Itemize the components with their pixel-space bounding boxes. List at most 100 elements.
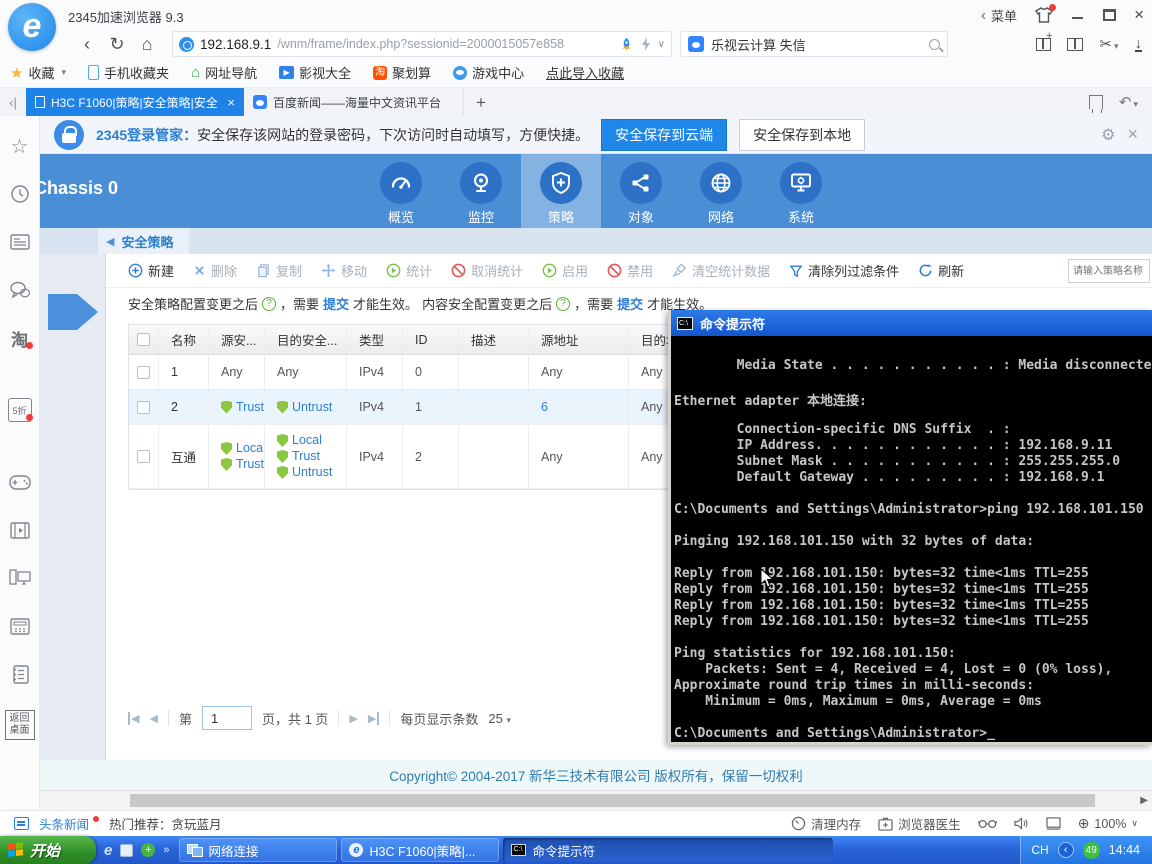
page-number-input[interactable] bbox=[201, 706, 252, 730]
horizontal-scrollbar[interactable]: ▶ bbox=[40, 790, 1152, 810]
nav-system[interactable]: 系统 bbox=[761, 154, 841, 228]
per-page-select[interactable]: 25 ▾ bbox=[488, 711, 511, 726]
new-tab-button[interactable]: + bbox=[464, 90, 498, 116]
site-safety-icon[interactable] bbox=[179, 36, 194, 52]
games-icon[interactable] bbox=[8, 470, 32, 494]
address-bar[interactable]: 192.168.9.1 /wnm/frame/index.php?session… bbox=[172, 31, 672, 57]
browser-doctor-button[interactable]: 浏览器医生 bbox=[878, 814, 961, 833]
prev-page-icon[interactable]: ◀ bbox=[149, 712, 157, 725]
bookmark-juhuasuan[interactable]: 淘聚划算 bbox=[373, 63, 431, 82]
taskbar-window-cmd[interactable]: C:\ 命令提示符 bbox=[503, 838, 834, 862]
commit-link[interactable]: 提交 bbox=[323, 294, 349, 313]
col-dst-zone[interactable]: 目的安全... bbox=[265, 325, 347, 354]
col-type[interactable]: 类型 bbox=[347, 325, 403, 354]
copy-button[interactable]: 复制 bbox=[256, 261, 302, 280]
bookmark-video[interactable]: ▶ 影视大全 bbox=[279, 63, 351, 82]
select-all-checkbox[interactable] bbox=[137, 333, 150, 346]
calculator-icon[interactable] bbox=[8, 614, 32, 638]
col-src-zone[interactable]: 源安... bbox=[209, 325, 265, 354]
reading-mode-icon[interactable] bbox=[977, 819, 997, 829]
cancel-stats-button[interactable]: 取消统计 bbox=[451, 261, 523, 280]
fullscreen-monitor-icon[interactable] bbox=[1046, 817, 1061, 830]
minimize-button[interactable] bbox=[1071, 8, 1085, 22]
row-checkbox[interactable] bbox=[137, 450, 150, 463]
bookmark-mobile[interactable]: 手机收藏夹 bbox=[88, 63, 169, 82]
news-icon[interactable] bbox=[8, 230, 32, 254]
tray-2345-icon[interactable]: ‹ bbox=[1057, 842, 1074, 858]
2345-quicklaunch-icon[interactable]: + bbox=[141, 843, 156, 857]
nav-objects[interactable]: 对象 bbox=[601, 154, 681, 228]
skin-button[interactable] bbox=[1035, 4, 1057, 23]
hot-recommend-text[interactable]: 热门推荐：贪玩蓝月 bbox=[109, 814, 222, 833]
favorites-star-icon[interactable]: ☆ bbox=[8, 134, 32, 158]
download-icon[interactable]: ↓ bbox=[1134, 36, 1142, 52]
disable-button[interactable]: 禁用 bbox=[607, 261, 653, 280]
cmd-output[interactable]: Media State . . . . . . . . . . . : Medi… bbox=[671, 336, 1152, 742]
split-screen-icon[interactable] bbox=[1036, 30, 1052, 51]
src-addr-link[interactable]: 6 bbox=[541, 400, 548, 414]
headline-news-link[interactable]: 头条新闻 bbox=[39, 814, 89, 833]
nav-overview[interactable]: 概览 bbox=[361, 154, 441, 228]
breadcrumb[interactable]: ◀ 安全策略 bbox=[98, 228, 190, 254]
nav-monitor[interactable]: 监控 bbox=[441, 154, 521, 228]
cmd-window[interactable]: C:\ 命令提示符 Media State . . . . . . . . . … bbox=[668, 310, 1152, 745]
gear-icon[interactable]: ⚙ bbox=[1101, 125, 1115, 145]
browser-logo-icon[interactable]: e bbox=[8, 3, 56, 51]
zone-link[interactable]: Trust bbox=[236, 400, 264, 415]
save-to-local-button[interactable]: 安全保存到本地 bbox=[739, 118, 866, 151]
first-page-icon[interactable]: ◀ bbox=[128, 711, 139, 725]
tab-h3c[interactable]: H3C F1060|策略|安全策略|安全 × bbox=[26, 88, 244, 116]
collapse-left-icon[interactable]: ◀ bbox=[106, 235, 114, 248]
zone-link[interactable]: Local bbox=[236, 441, 264, 456]
search-box[interactable]: 乐视云计算 失信 bbox=[680, 31, 948, 57]
scroll-right-icon[interactable]: ▶ bbox=[1140, 795, 1148, 806]
row-checkbox[interactable] bbox=[137, 365, 150, 379]
col-src-addr[interactable]: 源地址 bbox=[529, 325, 629, 354]
start-button[interactable]: 开始 bbox=[0, 836, 96, 864]
col-name[interactable]: 名称 bbox=[159, 325, 209, 354]
mute-speaker-icon[interactable] bbox=[1014, 817, 1029, 830]
reopen-closed-tab-button[interactable]: ↶ ▾ bbox=[1119, 93, 1138, 112]
taskbar-window-h3c[interactable]: e H3C F1060|策略|... bbox=[341, 838, 500, 862]
stats-button[interactable]: 统计 bbox=[386, 261, 432, 280]
lightning-icon[interactable] bbox=[641, 37, 651, 51]
save-to-cloud-button[interactable]: 安全保存到云端 bbox=[601, 118, 728, 151]
tab-collapse-icon[interactable]: ‹| bbox=[0, 90, 26, 116]
screenshot-button[interactable]: ✂ ▾ bbox=[1099, 35, 1118, 54]
wechat-icon[interactable] bbox=[8, 278, 32, 302]
enable-button[interactable]: 启用 bbox=[542, 261, 588, 280]
commit-link[interactable]: 提交 bbox=[617, 294, 643, 313]
scrollbar-thumb[interactable] bbox=[130, 794, 1095, 807]
search-icon[interactable] bbox=[929, 38, 940, 50]
expand-panel-arrow[interactable] bbox=[48, 294, 98, 330]
chevron-down-icon[interactable]: ∨ bbox=[658, 39, 665, 50]
move-button[interactable]: 移动 bbox=[321, 261, 367, 280]
tab-close-icon[interactable]: × bbox=[227, 95, 235, 110]
last-page-icon[interactable]: ▶ bbox=[368, 711, 380, 725]
bookmark-game-center[interactable]: 游戏中心 bbox=[453, 63, 524, 82]
taskbar-window-network[interactable]: 网络连接 bbox=[179, 838, 338, 862]
refresh-button[interactable]: 刷新 bbox=[918, 261, 964, 280]
app-quicklaunch-icon[interactable] bbox=[120, 843, 134, 857]
nav-policy[interactable]: 策略 bbox=[521, 154, 601, 228]
rocket-icon[interactable] bbox=[619, 37, 634, 52]
bookmark-nav-site[interactable]: ⌂ 网址导航 bbox=[191, 63, 257, 82]
back-button[interactable]: ‹ bbox=[72, 34, 102, 55]
col-desc[interactable]: 描述 bbox=[459, 325, 529, 354]
back-to-desktop-button[interactable]: 返回桌面 bbox=[4, 710, 35, 740]
policy-search-input[interactable] bbox=[1068, 259, 1150, 283]
home-button[interactable]: ⌂ bbox=[132, 34, 162, 55]
close-button[interactable]: × bbox=[1134, 6, 1144, 23]
delete-button[interactable]: 删除 bbox=[193, 261, 237, 280]
clock-time[interactable]: 14:44 bbox=[1109, 843, 1140, 857]
refresh-button[interactable]: ↻ bbox=[102, 34, 132, 55]
close-notif-icon[interactable]: × bbox=[1127, 124, 1138, 145]
computer-icon[interactable] bbox=[8, 566, 32, 590]
help-icon[interactable]: ? bbox=[556, 296, 571, 311]
reader-mode-icon[interactable] bbox=[1067, 37, 1084, 51]
ie-quicklaunch-icon[interactable]: e bbox=[104, 842, 112, 859]
zone-link[interactable]: Untrust bbox=[292, 465, 332, 480]
clean-icon[interactable] bbox=[1088, 95, 1103, 113]
nav-network[interactable]: 网络 bbox=[681, 154, 761, 228]
row-checkbox[interactable] bbox=[137, 400, 150, 414]
